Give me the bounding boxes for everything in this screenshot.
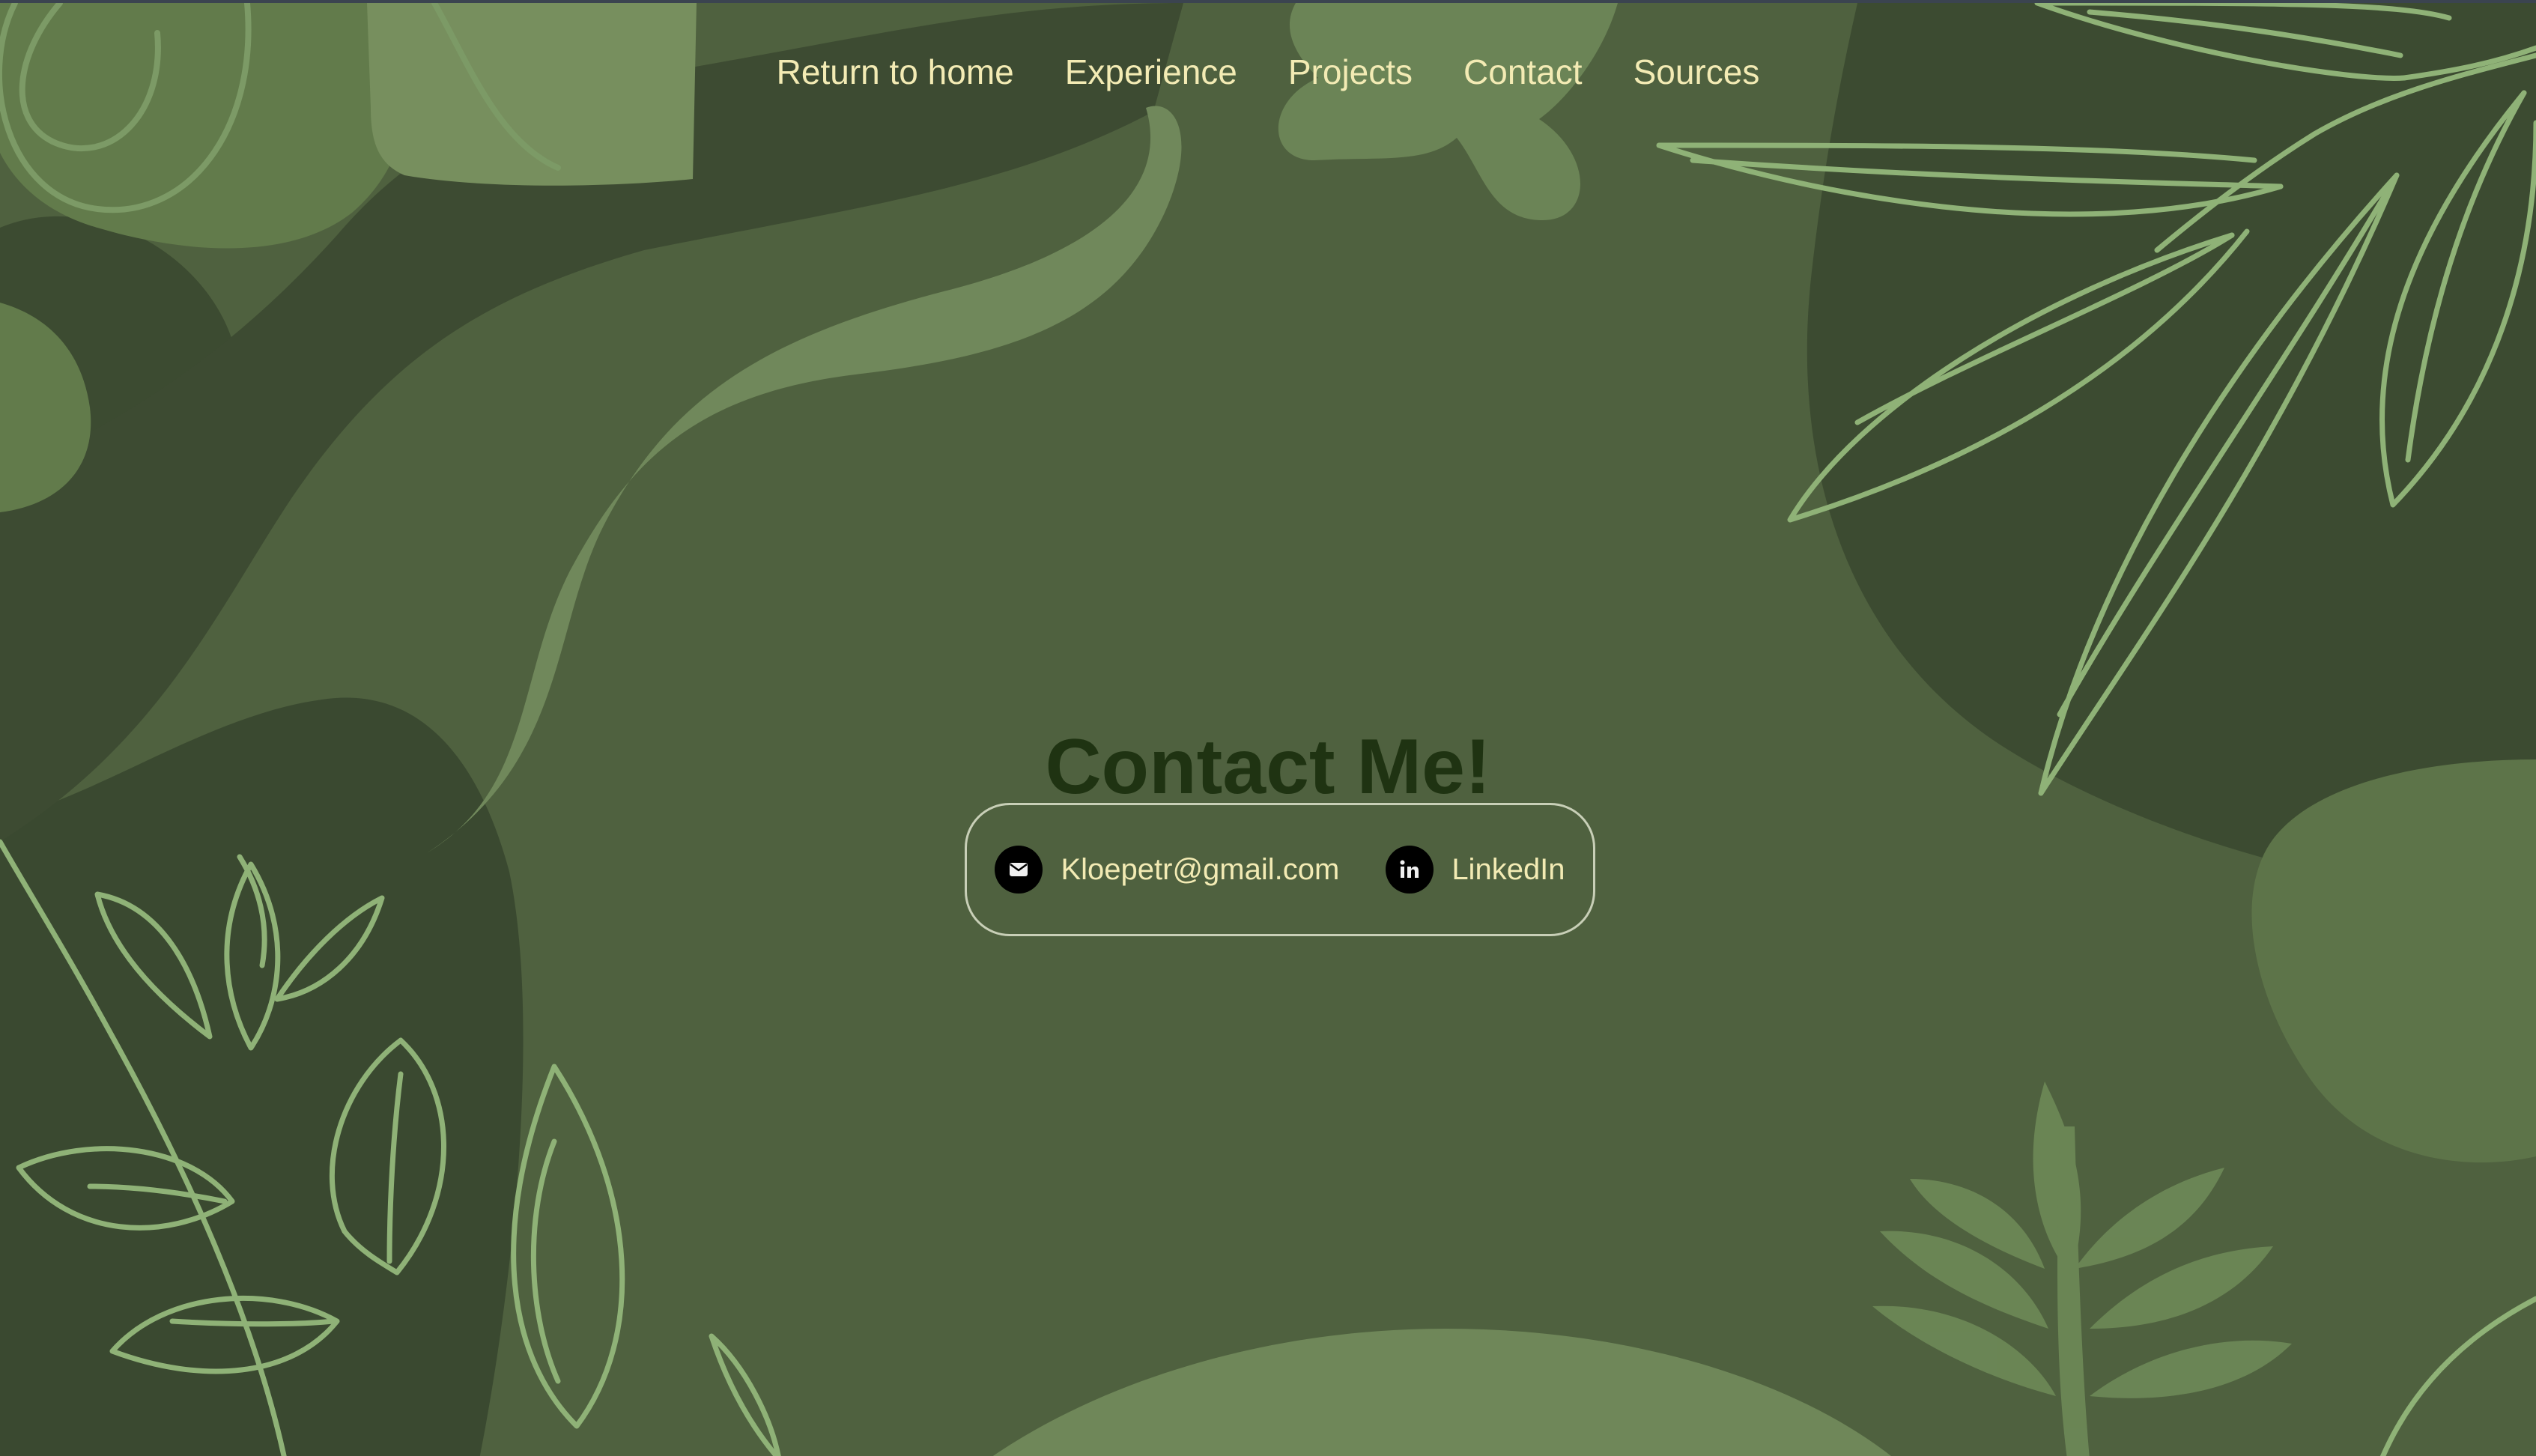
page-title: Contact Me! [1045,723,1491,810]
nav-sources-link[interactable]: Sources [1632,45,1762,99]
nav-experience-link[interactable]: Experience [1064,45,1239,99]
email-link-label: Kloepetr@gmail.com [1061,853,1340,886]
mail-icon-glyph [1010,863,1028,876]
linkedin-icon-glyph [1400,860,1419,878]
top-navigation: Return to home Experience Projects Conta… [0,45,2536,99]
email-link[interactable]: Kloepetr@gmail.com [995,846,1339,894]
nav-return-home-link[interactable]: Return to home [775,45,1016,99]
nav-contact-link[interactable]: Contact [1462,45,1584,99]
linkedin-link[interactable]: LinkedIn [1386,846,1565,894]
linkedin-link-label: LinkedIn [1451,853,1565,886]
contact-card: Kloepetr@gmail.com LinkedIn [965,803,1595,936]
light-top-left-shape [0,3,408,249]
contact-page: Return to home Experience Projects Conta… [0,0,2536,1456]
nav-projects-link[interactable]: Projects [1287,45,1414,99]
linkedin-icon [1386,846,1434,894]
mail-icon [995,846,1043,894]
